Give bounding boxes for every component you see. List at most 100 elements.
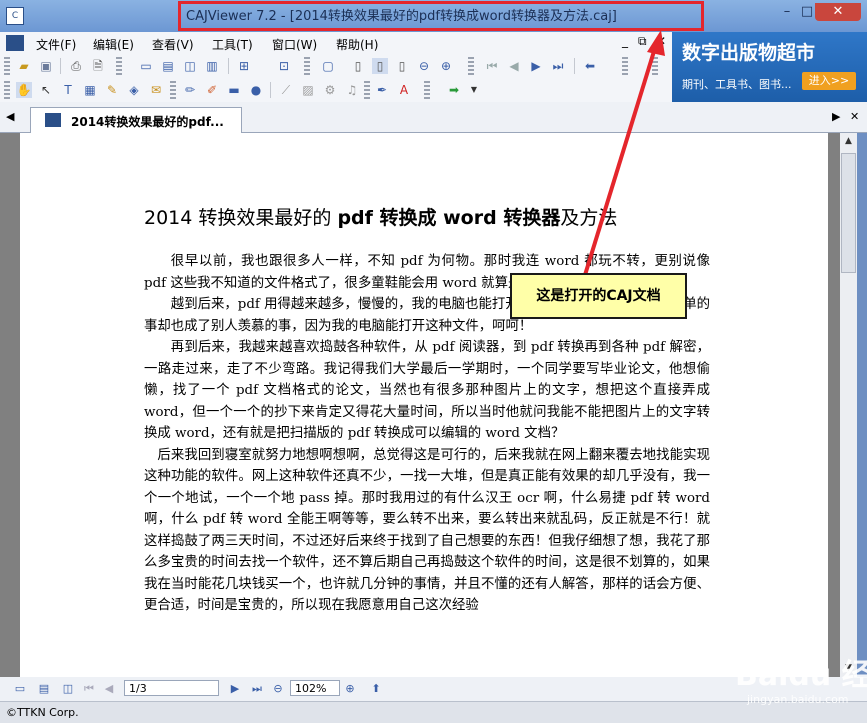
- tab-scroll-left-icon[interactable]: ◀: [6, 110, 14, 123]
- zoom-out-icon[interactable]: ⊖: [416, 58, 432, 74]
- zoom-in-icon[interactable]: ⊕: [342, 681, 358, 697]
- actual-size-icon[interactable]: ▯: [350, 58, 366, 74]
- ad-subtitle: 期刊、工具书、图书...: [682, 78, 792, 91]
- baidu-watermark-url: jingyan.baidu.com: [747, 693, 849, 706]
- title-part: 及方法: [560, 207, 618, 229]
- export-icon[interactable]: ➡: [446, 82, 462, 98]
- menu-bar: 文件(F) 编辑(E) 查看(V) 工具(T) 窗口(W) 帮助(H) _ ⧉ …: [0, 32, 672, 54]
- hand-tool-icon[interactable]: ✋: [16, 82, 32, 98]
- toolbar-grip[interactable]: [468, 57, 474, 75]
- menu-view[interactable]: 查看(V): [152, 36, 194, 53]
- toolbar-main: ▰ ▣ ⎙ 🗎 ▭ ▤ ◫ ▥ ⊞ ⊡ ▢ ▯ ▯ ▯ ⊖ ⊕ ⏮ ◀ ▶ ⏭ …: [0, 54, 672, 78]
- select-arrow-icon[interactable]: ↖: [38, 82, 54, 98]
- menu-tools[interactable]: 工具(T): [212, 36, 253, 53]
- ocr-icon[interactable]: ✎: [104, 82, 120, 98]
- music-icon[interactable]: ♫: [344, 82, 360, 98]
- toolbar-grip[interactable]: [622, 57, 628, 75]
- document-viewport[interactable]: 2014 转换效果最好的 pdf 转换成 word 转换器及方法 很早以前，我也…: [0, 133, 840, 677]
- pencil-icon[interactable]: ✏: [182, 82, 198, 98]
- text-select-icon[interactable]: T: [60, 82, 76, 98]
- single-page-icon[interactable]: ▭: [138, 58, 154, 74]
- image-select-icon[interactable]: ▦: [82, 82, 98, 98]
- back-arrow-icon[interactable]: ⬅: [582, 58, 598, 74]
- toolbar-grip[interactable]: [4, 81, 10, 99]
- caj-doc-icon: [45, 113, 61, 127]
- continuous-view-icon[interactable]: ▤: [36, 681, 52, 697]
- first-page-icon[interactable]: ⏮: [484, 58, 500, 74]
- toolbar-grip[interactable]: [424, 81, 430, 99]
- next-page-icon[interactable]: ▶: [228, 681, 242, 697]
- next-page-icon[interactable]: ▶: [528, 58, 544, 74]
- print-preview-icon[interactable]: 🗎: [90, 58, 106, 74]
- tab-scroll-right-icon[interactable]: ▶: [832, 110, 840, 123]
- toolbar-grip[interactable]: [116, 57, 122, 75]
- caj-app-icon[interactable]: C: [6, 7, 24, 25]
- note-icon[interactable]: ✉: [148, 82, 164, 98]
- close-button[interactable]: ✕: [815, 3, 861, 21]
- ad-title: 数字出版物超市: [682, 42, 816, 64]
- facing-view-icon[interactable]: ◫: [60, 681, 76, 697]
- menu-window[interactable]: 窗口(W): [272, 36, 317, 53]
- doc-minimize-button[interactable]: _: [622, 34, 628, 48]
- previous-page-icon[interactable]: ◀: [102, 681, 116, 697]
- gear-icon[interactable]: ⚙: [322, 82, 338, 98]
- toolbar-grip[interactable]: [304, 57, 310, 75]
- save-icon[interactable]: ▣: [38, 58, 54, 74]
- dropdown-arrow-icon[interactable]: ▼: [466, 82, 482, 98]
- full-screen-icon[interactable]: ▢: [320, 58, 336, 74]
- toolbar-divider: [60, 58, 61, 74]
- toolbar-divider: [228, 58, 229, 74]
- zoom-out-icon[interactable]: ⊖: [270, 681, 286, 697]
- text-highlight-icon[interactable]: ✒: [374, 82, 390, 98]
- first-page-icon[interactable]: ⏮: [82, 681, 96, 697]
- fit-width-icon[interactable]: ▯: [394, 58, 410, 74]
- continuous-facing-icon[interactable]: ▥: [204, 58, 220, 74]
- toolbar-grip[interactable]: [652, 57, 658, 75]
- minimize-button[interactable]: –: [777, 3, 797, 21]
- maximize-button[interactable]: □: [797, 3, 817, 21]
- highlighter-icon[interactable]: ✐: [204, 82, 220, 98]
- toolbar-grip[interactable]: [4, 57, 10, 75]
- doc-close-button[interactable]: ✕: [656, 34, 666, 48]
- continuous-page-icon[interactable]: ▤: [160, 58, 176, 74]
- footer: ©TTKN Corp.: [0, 701, 867, 723]
- print-icon[interactable]: ⎙: [68, 58, 84, 74]
- paragraph: 后来我回到寝室就努力地想啊想啊，总觉得这是可行的，后来我就在网上翻来覆去地找能实…: [144, 447, 710, 614]
- toolbar-grip[interactable]: [364, 81, 370, 99]
- caj-doc-icon[interactable]: [6, 35, 24, 51]
- line-icon[interactable]: ⟋: [278, 82, 294, 98]
- scroll-up-icon[interactable]: ▲: [840, 133, 857, 150]
- image-icon[interactable]: ▨: [300, 82, 316, 98]
- layout-dropdown-icon[interactable]: ⊞: [236, 58, 252, 74]
- strikethrough-icon[interactable]: A: [396, 82, 412, 98]
- ad-banner[interactable]: 数字出版物超市 期刊、工具书、图书... 进入>>: [672, 32, 867, 102]
- single-view-icon[interactable]: ▭: [12, 681, 28, 697]
- zoom-in-icon[interactable]: ⊕: [438, 58, 454, 74]
- fit-page-icon[interactable]: ▯: [372, 58, 388, 74]
- menu-help[interactable]: 帮助(H): [336, 36, 378, 53]
- last-page-icon[interactable]: ⏭: [250, 681, 264, 697]
- open-folder-icon[interactable]: ▰: [16, 58, 32, 74]
- vertical-scrollbar[interactable]: ▲ ▼: [840, 133, 857, 677]
- ellipse-icon[interactable]: ●: [248, 82, 264, 98]
- ad-enter-button[interactable]: 进入>>: [802, 72, 856, 90]
- last-page-icon[interactable]: ⏭: [550, 58, 566, 74]
- scroll-thumb[interactable]: [841, 153, 856, 273]
- doc-restore-button[interactable]: ⧉: [638, 34, 647, 49]
- rotate-dropdown-icon[interactable]: ⊡: [276, 58, 292, 74]
- copyright-text: ©TTKN Corp.: [6, 706, 79, 719]
- rectangle-icon[interactable]: ▬: [226, 82, 242, 98]
- page-up-icon[interactable]: ⬆: [368, 681, 384, 697]
- zoom-level-field[interactable]: 102%: [290, 680, 340, 696]
- facing-page-icon[interactable]: ◫: [182, 58, 198, 74]
- toolbar-grip[interactable]: [170, 81, 176, 99]
- tab-close-icon[interactable]: ✕: [850, 110, 859, 123]
- menu-file[interactable]: 文件(F): [36, 36, 76, 53]
- snapshot-icon[interactable]: ◈: [126, 82, 142, 98]
- document-tab[interactable]: 2014转换效果最好的pdf...: [30, 107, 242, 134]
- page-number-field[interactable]: 1/3: [124, 680, 219, 696]
- toolbar-divider: [270, 82, 271, 98]
- previous-page-icon[interactable]: ◀: [506, 58, 522, 74]
- menu-edit[interactable]: 编辑(E): [93, 36, 134, 53]
- document-page: 2014 转换效果最好的 pdf 转换成 word 转换器及方法 很早以前，我也…: [20, 133, 828, 677]
